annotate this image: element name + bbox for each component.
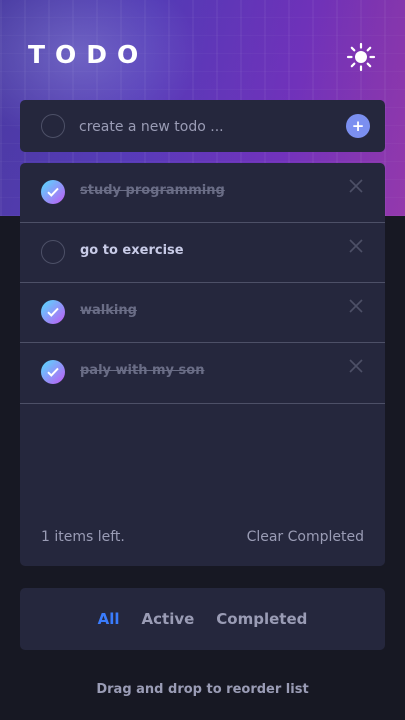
checked-checkbox[interactable] xyxy=(41,180,65,204)
add-todo-button[interactable]: + xyxy=(346,114,370,138)
create-todo-box: + xyxy=(20,100,385,152)
todo-item[interactable]: go to exercise xyxy=(20,223,385,283)
todo-list: study programming go to exercise walking… xyxy=(20,163,385,566)
check-icon xyxy=(47,307,59,317)
reorder-hint: Drag and drop to reorder list xyxy=(96,682,309,697)
todo-item[interactable]: walking xyxy=(20,283,385,343)
todo-item[interactable]: study programming xyxy=(20,163,385,223)
sun-icon xyxy=(346,42,376,72)
delete-icon[interactable] xyxy=(347,237,365,255)
unchecked-checkbox[interactable] xyxy=(41,240,65,264)
theme-toggle-button[interactable] xyxy=(346,42,376,72)
checked-checkbox[interactable] xyxy=(41,360,65,384)
delete-icon[interactable] xyxy=(347,357,365,375)
filter-completed[interactable]: Completed xyxy=(216,610,307,628)
check-icon xyxy=(47,187,59,197)
todo-text: study programming xyxy=(80,183,225,198)
delete-icon[interactable] xyxy=(347,177,365,195)
todo-item[interactable]: paly with my son xyxy=(20,343,385,404)
checked-checkbox[interactable] xyxy=(41,300,65,324)
todo-text: paly with my son xyxy=(80,363,205,378)
todo-text: walking xyxy=(80,303,137,318)
filter-bar: All Active Completed xyxy=(20,588,385,650)
filter-all[interactable]: All xyxy=(98,610,120,628)
clear-completed-button[interactable]: Clear Completed xyxy=(247,529,364,545)
create-todo-circle xyxy=(41,114,65,138)
items-left-count: 1 items left. xyxy=(41,529,125,545)
delete-icon[interactable] xyxy=(347,297,365,315)
todo-text: go to exercise xyxy=(80,243,184,258)
filter-active[interactable]: Active xyxy=(142,610,195,628)
app-title: TODO xyxy=(28,40,149,69)
check-icon xyxy=(47,367,59,377)
create-todo-input[interactable] xyxy=(77,112,341,142)
